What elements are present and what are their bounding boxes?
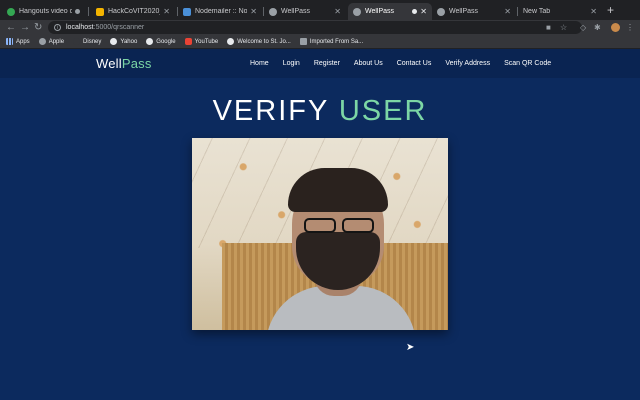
bookmark-google[interactable]: Google bbox=[146, 38, 176, 45]
nav-link-contact-us[interactable]: Contact Us bbox=[397, 60, 432, 67]
globe-icon bbox=[437, 7, 445, 16]
bookmark-label: Google bbox=[156, 38, 176, 45]
person bbox=[256, 168, 416, 330]
bookmark-label: Yahoo bbox=[120, 38, 138, 45]
active-tab-indicator-icon bbox=[412, 9, 418, 14]
brand-text-well: Well bbox=[96, 56, 122, 71]
bookmark-imported-folder[interactable]: Imported From Sa... bbox=[299, 38, 364, 45]
star-icon[interactable]: ☆ bbox=[560, 21, 567, 34]
bookmark-label: Apps bbox=[16, 38, 30, 45]
info-icon[interactable]: i bbox=[54, 24, 61, 31]
new-tab-button[interactable]: + bbox=[607, 3, 614, 18]
disney-icon bbox=[73, 38, 81, 45]
close-icon[interactable]: ✕ bbox=[250, 7, 257, 16]
extension-icon[interactable]: ◇ bbox=[580, 21, 586, 34]
globe-icon bbox=[269, 7, 277, 16]
nodemailer-favicon-icon bbox=[183, 7, 191, 16]
globe-icon bbox=[146, 38, 154, 45]
browser-tab[interactable]: HackCoVIT2020_PPT ✕ bbox=[91, 3, 175, 20]
bookmark-label: Apple bbox=[48, 38, 65, 45]
browser-tab-strip: Hangouts video c HackCoVIT2020_PPT ✕ Nod… bbox=[0, 0, 640, 20]
close-icon[interactable]: ✕ bbox=[334, 7, 341, 16]
tab-label: WellPass bbox=[365, 8, 395, 15]
nav-link-login[interactable]: Login bbox=[283, 60, 300, 67]
back-arrow-icon[interactable]: ← bbox=[6, 21, 16, 34]
tab-label: WellPass bbox=[449, 8, 479, 15]
url-host: localhost bbox=[66, 24, 94, 31]
puzzle-icon[interactable]: ✱ bbox=[594, 21, 601, 34]
page-title: VERIFY USER bbox=[0, 93, 640, 129]
site-navbar: WellPass Home Login Register About Us Co… bbox=[0, 49, 640, 78]
url-path: :5000/qrscanner bbox=[93, 24, 145, 31]
bookmark-welcome[interactable]: Welcome to St. Jo... bbox=[227, 38, 291, 45]
glasses-lens-left bbox=[304, 218, 336, 233]
mouse-cursor-icon: ➤ bbox=[406, 342, 415, 353]
browser-tab[interactable]: Nodemailer :: Nodema ✕ bbox=[178, 3, 262, 20]
close-icon[interactable]: ✕ bbox=[504, 7, 511, 16]
hair bbox=[288, 168, 388, 212]
tab-label: Hangouts video c bbox=[19, 8, 73, 15]
close-icon[interactable]: ✕ bbox=[420, 7, 427, 16]
nav-link-about-us[interactable]: About Us bbox=[354, 60, 383, 67]
bookmark-disney[interactable]: Disney bbox=[73, 38, 101, 45]
brand-logo[interactable]: WellPass bbox=[96, 56, 152, 71]
bookmark-apps[interactable]: Apps bbox=[6, 38, 30, 45]
tab-label: New Tab bbox=[523, 8, 551, 15]
tab-label: HackCoVIT2020_PPT bbox=[108, 8, 160, 15]
beard bbox=[296, 232, 380, 290]
close-icon[interactable]: ✕ bbox=[163, 7, 170, 16]
bookmark-apple[interactable]: Apple bbox=[38, 38, 65, 45]
glasses bbox=[300, 218, 378, 234]
bookmark-label: Imported From Sa... bbox=[309, 38, 364, 45]
glasses-lens-right bbox=[342, 218, 374, 233]
hangouts-favicon-icon bbox=[7, 7, 15, 16]
nav-link-home[interactable]: Home bbox=[250, 60, 269, 67]
globe-icon bbox=[227, 38, 235, 45]
close-icon[interactable]: ✕ bbox=[590, 7, 597, 16]
globe-icon bbox=[110, 38, 118, 45]
reload-icon[interactable]: ↻ bbox=[34, 21, 42, 34]
bookmark-label: YouTube bbox=[194, 38, 219, 45]
bookmark-label: Welcome to St. Jo... bbox=[237, 38, 291, 45]
browser-tab[interactable]: WellPass ✕ bbox=[432, 3, 516, 20]
browser-toolbar: ← → ↻ i localhost:5000/qrscanner ■ ☆ ◇ ✱… bbox=[0, 20, 640, 35]
brand-text-pass: Pass bbox=[121, 56, 152, 71]
forward-arrow-icon[interactable]: → bbox=[20, 21, 30, 34]
tab-label: WellPass bbox=[281, 8, 311, 15]
nav-link-verify-address[interactable]: Verify Address bbox=[445, 60, 490, 67]
page-title-user: USER bbox=[338, 95, 428, 127]
page-title-verify: VERIFY bbox=[212, 95, 329, 127]
camera-indicator-icon[interactable]: ■ bbox=[546, 21, 551, 34]
browser-tab-active[interactable]: WellPass ✕ bbox=[348, 3, 432, 20]
nav-links: Home Login Register About Us Contact Us … bbox=[250, 49, 565, 78]
grid-icon bbox=[6, 38, 13, 45]
tab-divider bbox=[88, 7, 89, 16]
menu-icon[interactable]: ⋮ bbox=[626, 21, 634, 34]
bookmark-label: Disney bbox=[83, 38, 102, 45]
folder-icon bbox=[299, 38, 307, 45]
browser-tab[interactable]: WellPass ✕ bbox=[264, 3, 346, 20]
recording-indicator-icon bbox=[75, 9, 80, 14]
bookmark-yahoo[interactable]: Yahoo bbox=[110, 38, 137, 45]
globe-icon bbox=[353, 7, 361, 16]
address-bar[interactable]: i localhost:5000/qrscanner bbox=[48, 21, 582, 34]
nav-link-register[interactable]: Register bbox=[314, 60, 340, 67]
profile-avatar[interactable] bbox=[611, 23, 620, 32]
slides-favicon-icon bbox=[96, 7, 104, 16]
bookmarks-bar: Apps Apple Disney Yahoo Google YouTube W… bbox=[0, 35, 640, 49]
tab-label: Nodemailer :: Nodema bbox=[195, 8, 248, 15]
browser-tab[interactable]: Hangouts video c bbox=[2, 3, 85, 20]
apple-icon bbox=[38, 38, 46, 45]
youtube-icon bbox=[184, 38, 192, 45]
bookmark-youtube[interactable]: YouTube bbox=[184, 38, 219, 45]
webcam-video-feed bbox=[192, 138, 448, 330]
nav-link-scan-qr-code[interactable]: Scan QR Code bbox=[504, 60, 551, 67]
browser-tab[interactable]: New Tab ✕ bbox=[518, 3, 602, 20]
